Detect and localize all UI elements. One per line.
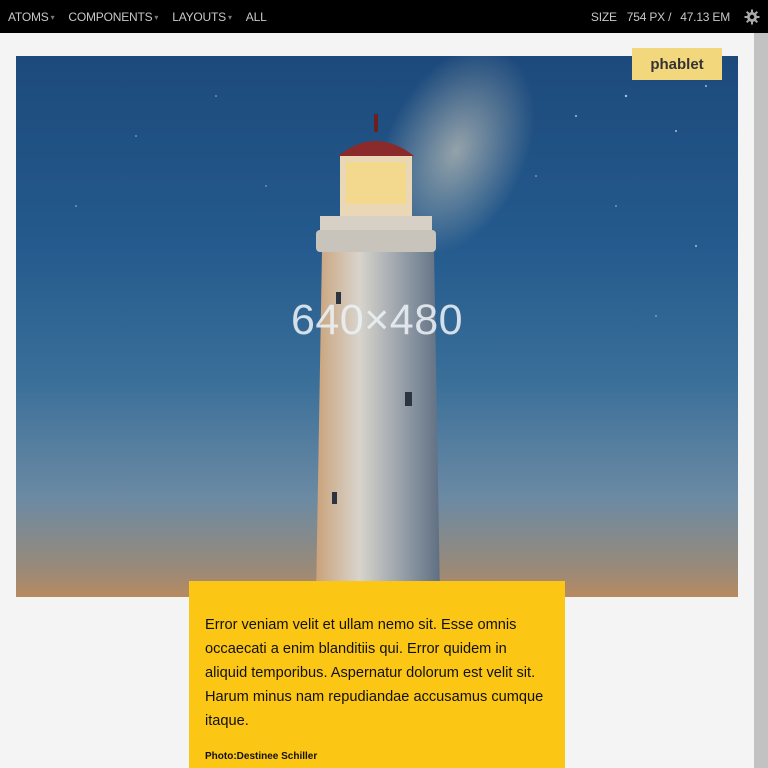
nav-layouts[interactable]: LAYOUTS ▾ (172, 10, 232, 24)
viewport-size-controls: SIZE 754 PX / 47.13 EM (591, 0, 768, 33)
hero-image: 640×480 (16, 56, 738, 597)
chevron-down-icon: ▾ (154, 13, 159, 22)
caption-text: Error veniam velit et ullam nemo sit. Es… (205, 617, 544, 729)
breakpoint-badge: phablet (632, 48, 722, 80)
viewport-resize-handle[interactable] (754, 33, 768, 768)
nav-components[interactable]: COMPONENTS ▾ (68, 10, 158, 24)
size-px-input[interactable]: 754 PX / (627, 10, 672, 24)
nav-all[interactable]: ALL (246, 10, 267, 24)
nav-all-label: ALL (245, 9, 267, 24)
gear-icon[interactable] (744, 9, 760, 25)
image-size-placeholder-text: 640×480 (290, 296, 464, 344)
main-nav: ATOMS ▾ COMPONENTS ▾ LAYOUTS ▾ ALL (0, 0, 281, 33)
nav-layouts-label: LAYOUTS (172, 9, 226, 24)
pattern-lab-toolbar: ATOMS ▾ COMPONENTS ▾ LAYOUTS ▾ ALL SIZE … (0, 0, 768, 33)
nav-components-label: COMPONENTS (68, 9, 153, 24)
chevron-down-icon: ▾ (227, 13, 232, 22)
size-label: SIZE (590, 9, 617, 24)
size-em-input[interactable]: 47.13 EM (680, 10, 730, 24)
caption-card: Error veniam velit et ullam nemo sit. Es… (189, 581, 565, 768)
pattern-viewport: 640×480 phablet Error veniam velit et ul… (0, 33, 754, 768)
chevron-down-icon: ▾ (50, 13, 55, 22)
photo-credit: Photo:Destinee Schiller (205, 751, 318, 762)
nav-atoms[interactable]: ATOMS ▾ (8, 9, 55, 24)
nav-atoms-label: ATOMS (8, 9, 49, 24)
